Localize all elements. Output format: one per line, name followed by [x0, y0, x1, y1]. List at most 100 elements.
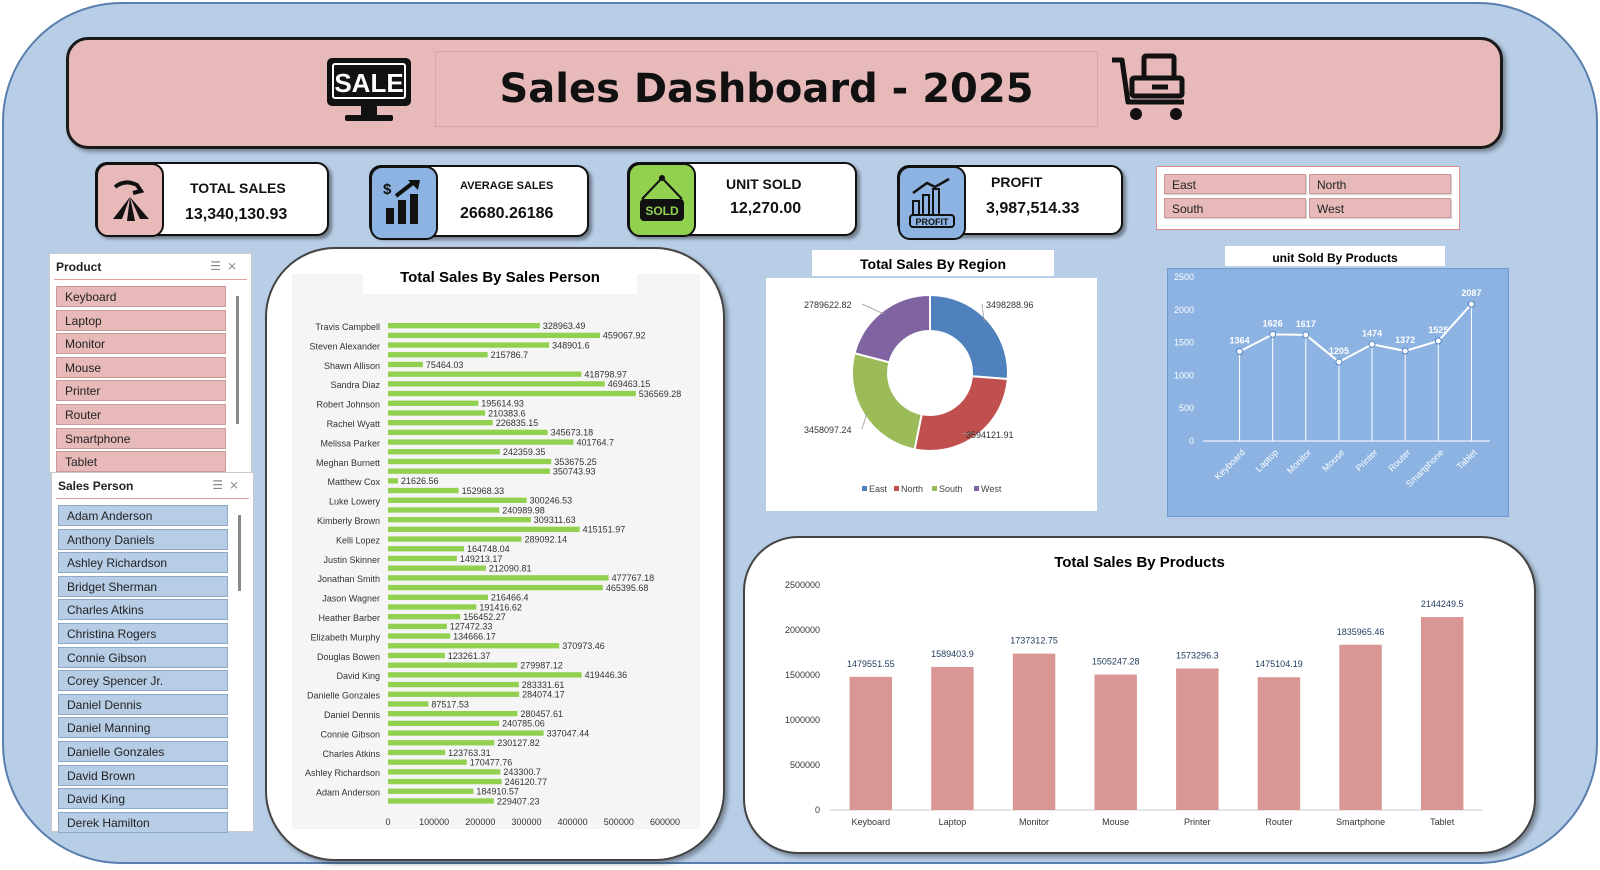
products-y-tick: 1500000 — [785, 670, 820, 680]
person-bar-label: 191416.62 — [479, 602, 522, 612]
products-y-tick: 0 — [815, 805, 820, 815]
units-y-tick: 0 — [1189, 436, 1194, 446]
product-bar-smartphone — [1339, 644, 1382, 810]
salesperson-slicer-item-ashley-richardson[interactable]: Ashley Richardson — [58, 552, 228, 574]
units-point — [1401, 347, 1409, 355]
person-bar-label: 348901.6 — [552, 340, 590, 350]
product-slicer-scrollbar[interactable] — [236, 296, 239, 424]
person-axis-label: Jason Wagner — [322, 594, 380, 604]
person-axis-label: Meghan Burnett — [316, 458, 381, 468]
kpi-unit-sold-label: UNIT SOLD — [726, 176, 802, 192]
person-bar-label: 353675.25 — [554, 457, 597, 467]
person-axis-label: Robert Johnson — [316, 400, 380, 410]
salesperson-slicer-item-connie-gibson[interactable]: Connie Gibson — [58, 646, 228, 668]
person-bar — [388, 711, 518, 717]
units-x-label: Keyboard — [1213, 447, 1247, 481]
salesperson-slicer-scrollbar[interactable] — [238, 515, 241, 591]
product-slicer-item-tablet[interactable]: Tablet — [56, 451, 226, 473]
person-axis-label: Danielle Gonzales — [307, 691, 381, 701]
units-data-label: 2087 — [1461, 288, 1481, 298]
product-slicer-item-monitor[interactable]: Monitor — [56, 333, 226, 355]
person-bar — [388, 371, 582, 377]
product-slicer-item-printer[interactable]: Printer — [56, 380, 226, 402]
product-bar-mouse — [1094, 674, 1137, 810]
salesperson-slicer-item-corey-spencer-jr[interactable]: Corey Spencer Jr. — [58, 670, 228, 692]
region-west-button[interactable]: West — [1309, 198, 1451, 218]
salesperson-slicer-item-david-brown[interactable]: David Brown — [58, 764, 228, 786]
units-sold-panel: 0 500 1000 1500 2000 2500 1364 1626 1617 1205 1474… — [1167, 268, 1509, 517]
sales-by-region-chart: 3498288.96 3594121.91 3458097.24 2789622.82… — [804, 293, 1034, 494]
kpi-unit-sold: SOLD UNIT SOLD 12,270.00 — [627, 162, 857, 237]
region-east-button[interactable]: East — [1164, 174, 1306, 194]
person-bar-label: 170477.76 — [470, 758, 513, 768]
person-bar-label: 215786.7 — [491, 350, 529, 360]
person-bar-label: 469463.15 — [608, 379, 651, 389]
person-bar — [388, 429, 548, 436]
person-axis-label: Daniel Dennis — [324, 710, 381, 720]
kpi-profit-value: 3,987,514.33 — [986, 200, 1080, 217]
person-bar-label: 230127.82 — [497, 738, 540, 748]
product-slicer-item-mouse[interactable]: Mouse — [56, 356, 226, 378]
person-bar — [388, 604, 477, 610]
product-slicer-item-smartphone[interactable]: Smartphone — [56, 427, 226, 449]
person-x-tick: 600000 — [650, 817, 680, 827]
person-bar-label: 123763.31 — [448, 748, 491, 758]
person-bar-label: 415151.97 — [583, 525, 626, 535]
salesperson-slicer-item-christina-rogers[interactable]: Christina Rogers — [58, 623, 228, 644]
person-bar — [388, 546, 465, 552]
person-axis-label: Ashley Richardson — [305, 768, 380, 778]
multi-select-icon[interactable]: ☰⨯ — [212, 478, 245, 492]
units-sold-title: unit Sold By Products — [1272, 251, 1398, 265]
page-title: Sales Dashboard - 2025 — [499, 66, 1034, 112]
person-axis-label: Charles Atkins — [322, 749, 380, 759]
product-bar-keyboard — [849, 676, 893, 810]
units-data-label: 1474 — [1362, 328, 1382, 338]
person-bar-label: 419446.36 — [585, 670, 628, 680]
person-bar — [388, 487, 459, 494]
person-bar-label: 184910.57 — [476, 787, 519, 797]
person-axis-label: Luke Lowery — [329, 497, 381, 507]
salesperson-slicer-item-daniel-manning[interactable]: Daniel Manning — [58, 717, 228, 739]
kpi-profit-label: PROFIT — [991, 174, 1043, 190]
salesperson-slicer-item-charles-atkins[interactable]: Charles Atkins — [58, 599, 228, 621]
region-north-button[interactable]: North — [1309, 174, 1451, 194]
salesperson-slicer-item-adam-anderson[interactable]: Adam Anderson — [58, 505, 228, 526]
salesperson-slicer-item-bridget-sherman[interactable]: Bridget Sherman — [58, 575, 228, 597]
region-south-button[interactable]: South — [1164, 198, 1306, 218]
person-bar — [388, 420, 493, 426]
product-slicer-item-keyboard[interactable]: Keyboard — [56, 286, 226, 307]
salesperson-slicer-item-danielle-gonzales[interactable]: Danielle Gonzales — [58, 741, 228, 762]
person-bar — [388, 507, 500, 513]
product-x-label: Laptop — [939, 817, 967, 827]
person-bar-label: 149213.17 — [460, 554, 503, 564]
person-axis-label: Kelli Lopez — [336, 535, 381, 545]
units-data-label: 1525 — [1428, 325, 1448, 335]
product-slicer-item-router[interactable]: Router — [56, 404, 226, 425]
products-y-tick: 500000 — [790, 760, 820, 770]
person-x-tick: 500000 — [604, 817, 634, 827]
units-point — [1467, 300, 1475, 308]
kpi-average-sales-value: 26680.26186 — [460, 205, 554, 222]
product-slicer-item-laptop[interactable]: Laptop — [56, 309, 226, 331]
salesperson-slicer-item-david-king[interactable]: David King — [58, 788, 228, 810]
units-y-tick: 2000 — [1174, 305, 1194, 315]
salesperson-slicer-item-derek-hamilton[interactable]: Derek Hamilton — [58, 811, 228, 833]
person-bar-label: 401764.7 — [576, 437, 614, 447]
region-value-label: 3594121.91 — [966, 430, 1014, 440]
product-x-label: Smartphone — [1336, 817, 1385, 827]
person-bar — [388, 478, 398, 484]
legend-label-south: South — [939, 484, 963, 494]
salesperson-slicer-item-daniel-dennis[interactable]: Daniel Dennis — [58, 693, 228, 715]
person-bar-label: 465395.68 — [606, 583, 649, 593]
multi-select-icon[interactable]: ☰⨯ — [210, 259, 243, 273]
units-data-label: 1364 — [1230, 336, 1250, 346]
person-axis-label: Sandra Diaz — [330, 380, 380, 390]
person-x-tick: 400000 — [558, 817, 588, 827]
product-value-label: 1505247.28 — [1092, 657, 1140, 667]
kpi-average-sales: $ AVERAGE SALES 26680.26186 — [369, 165, 589, 240]
sales-by-products-panel: Total Sales By Products 0 500000 1000000 15… — [743, 536, 1536, 854]
person-bar — [388, 614, 461, 620]
units-y-tick: 1500 — [1174, 338, 1194, 348]
person-axis-label: Melissa Parker — [320, 438, 380, 448]
salesperson-slicer-item-anthony-daniels[interactable]: Anthony Daniels — [58, 528, 228, 550]
